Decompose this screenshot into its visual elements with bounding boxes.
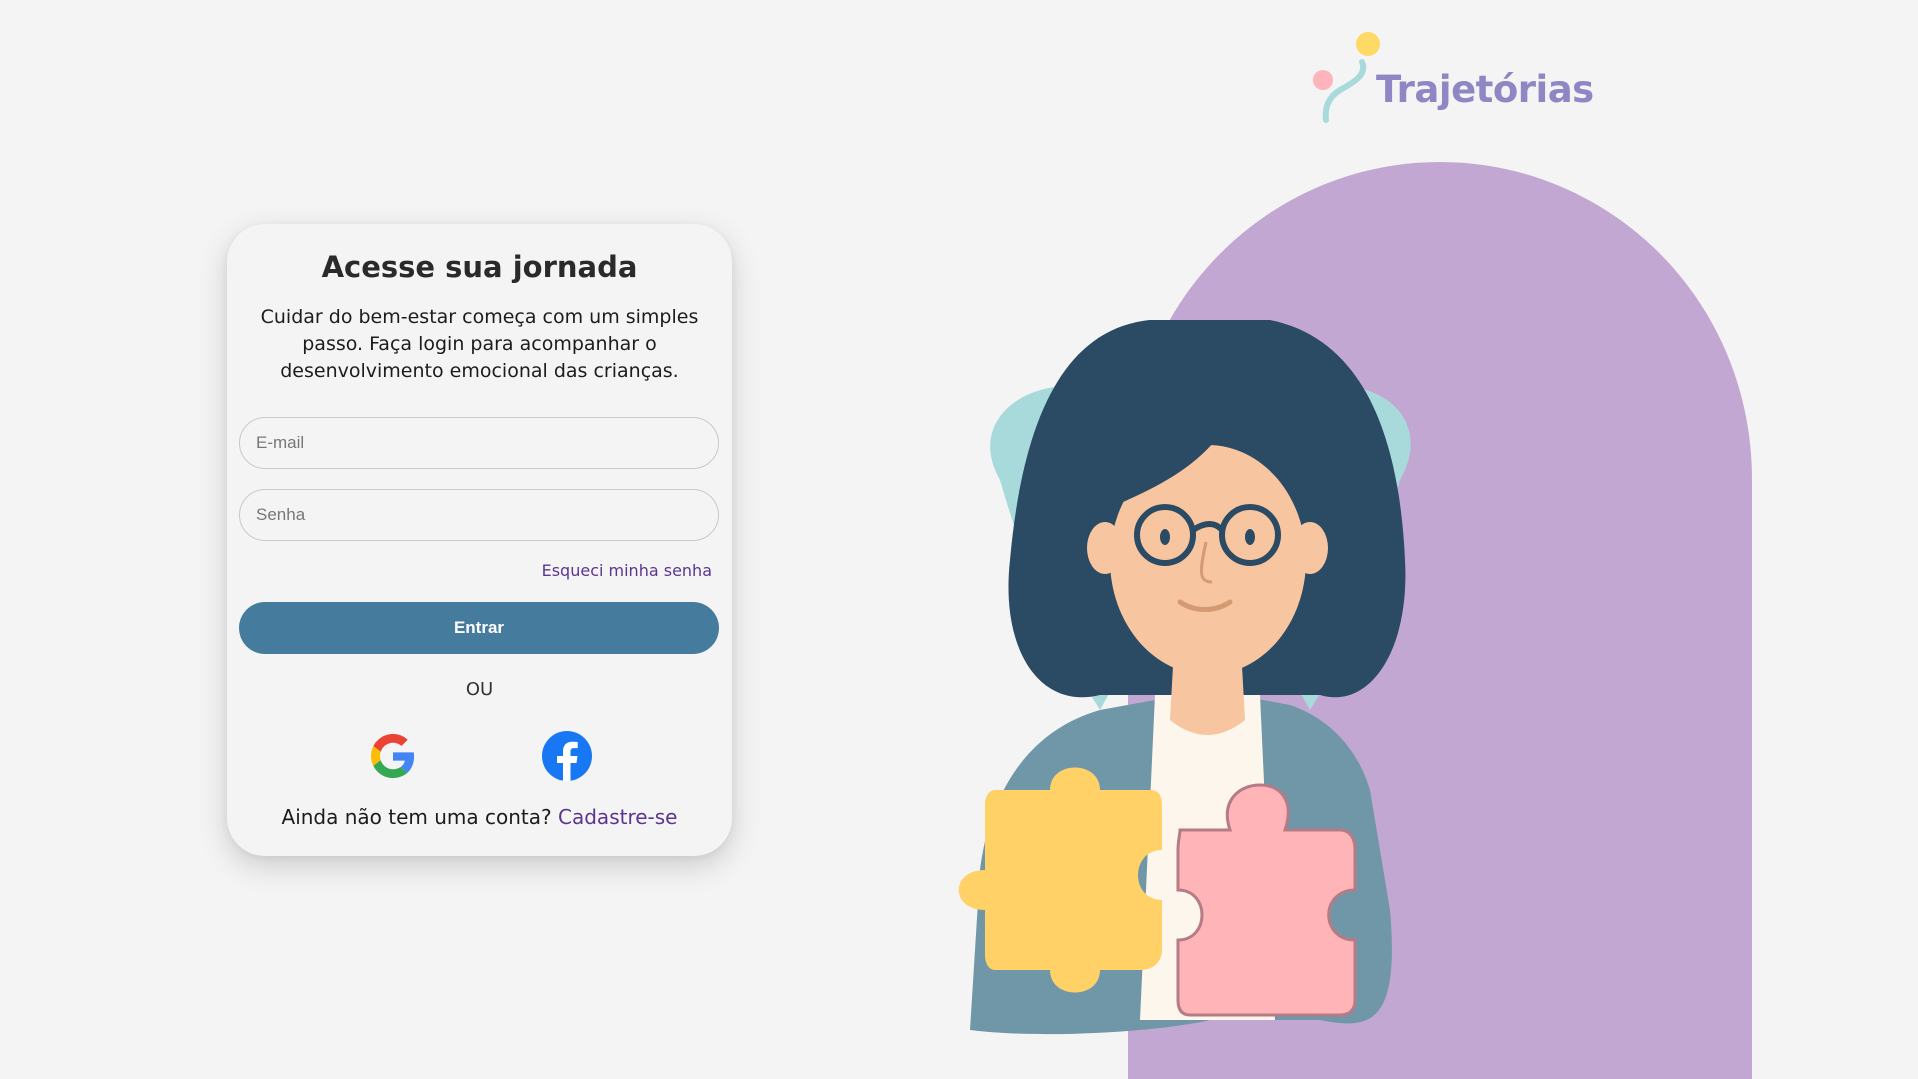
brand-logo: Trajetórias [1310, 28, 1594, 124]
facebook-icon [542, 731, 592, 781]
signup-prompt: Ainda não tem uma conta? Cadastre-se [227, 805, 732, 829]
google-login-button[interactable] [367, 730, 419, 782]
signup-link[interactable]: Cadastre-se [558, 805, 677, 829]
signup-prompt-text: Ainda não tem uma conta? [281, 805, 552, 829]
facebook-login-button[interactable] [541, 730, 593, 782]
password-input[interactable] [239, 489, 719, 541]
brand-name: Trajetórias [1376, 68, 1594, 111]
login-button[interactable]: Entrar [239, 602, 719, 654]
email-input[interactable] [239, 417, 719, 469]
login-subtitle: Cuidar do bem-estar começa com um simple… [260, 306, 699, 382]
login-title: Acesse sua jornada [321, 250, 638, 284]
google-icon [371, 734, 415, 778]
forgot-password-link[interactable]: Esqueci minha senha [542, 561, 712, 580]
woman-with-puzzle-illustration [958, 162, 1752, 1079]
or-divider: OU [465, 679, 494, 700]
login-card: Acesse sua jornada Cuidar do bem-estar c… [227, 224, 732, 856]
yellow-puzzle-piece [958, 767, 1162, 993]
